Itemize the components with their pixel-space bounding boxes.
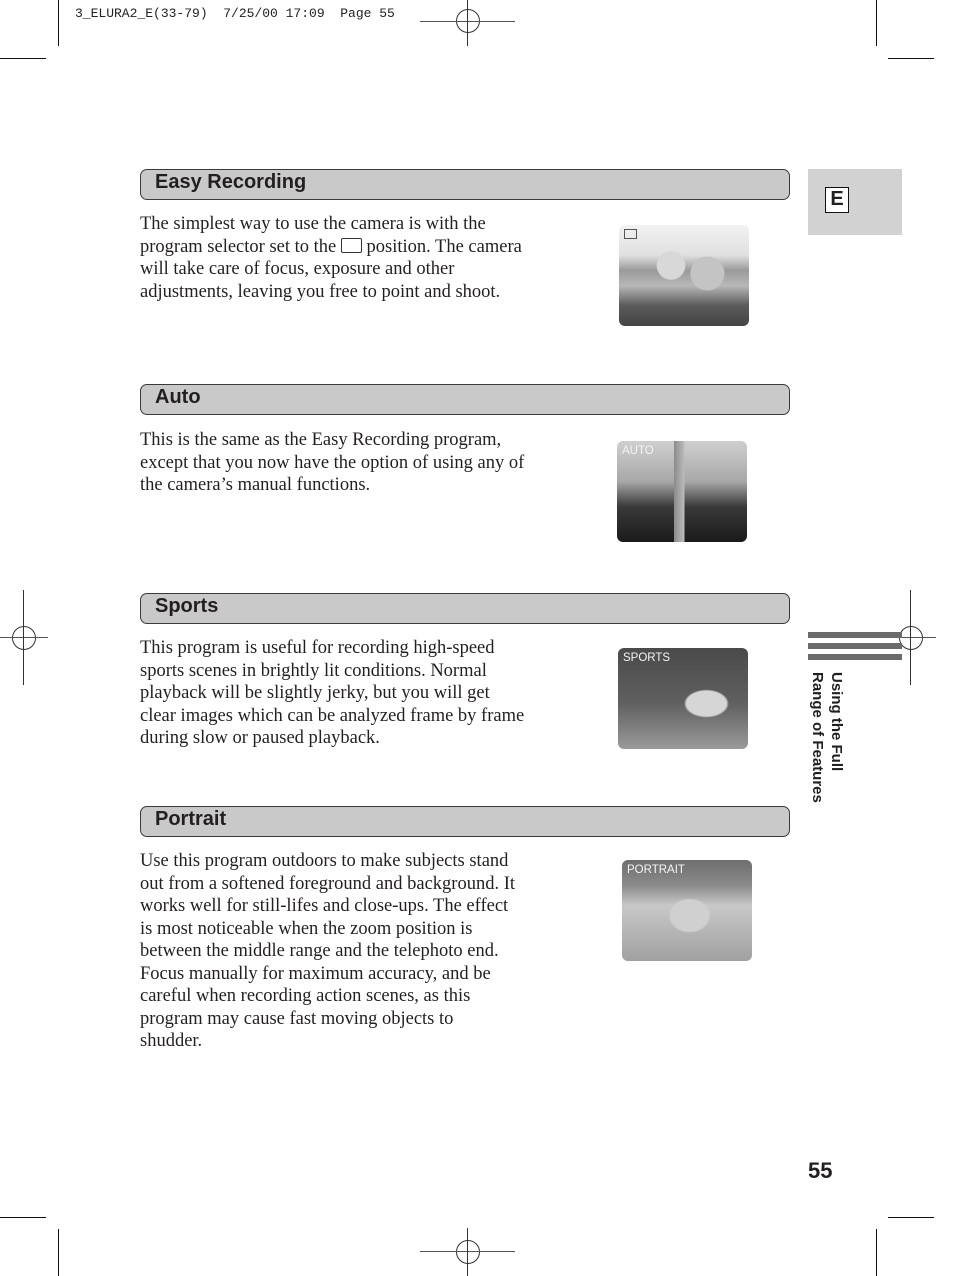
photo-easy-recording (619, 225, 749, 326)
language-letter: E (825, 187, 849, 213)
photo-sports: SPORTS (618, 648, 748, 749)
print-slug: 3_ELURA2_E(33-79) 7/25/00 17:09 Page 55 (75, 6, 395, 21)
section-body-auto: This is the same as the Easy Recording p… (140, 430, 525, 495)
section-body-sports: This program is useful for recording hig… (140, 638, 525, 748)
language-tab: E (808, 169, 902, 235)
section-header-sports: Sports (140, 593, 790, 624)
chapter-label-line2: Range of Features (809, 672, 826, 803)
section-title: Easy Recording (155, 171, 307, 193)
section-title: Sports (155, 595, 219, 617)
section-title: Auto (155, 386, 201, 408)
section-header-portrait: Portrait (140, 806, 790, 837)
chapter-stripe (808, 654, 902, 660)
registration-mark-bottom (420, 1228, 515, 1276)
crop-mark (58, 1229, 59, 1276)
crop-mark (0, 1217, 46, 1218)
section-header-auto: Auto (140, 384, 790, 415)
photo-auto: AUTO (617, 441, 747, 542)
registration-mark-left (0, 590, 48, 685)
section-header-easy-recording: Easy Recording (140, 169, 790, 200)
photo-portrait: PORTRAIT (622, 860, 752, 961)
easy-recording-mode-icon (340, 237, 362, 253)
registration-mark-top (420, 0, 515, 50)
photo-mode-label: SPORTS (623, 652, 671, 664)
easy-recording-mode-icon (624, 229, 637, 239)
crop-mark (58, 0, 59, 46)
photo-mode-label: AUTO (622, 445, 654, 457)
crop-mark (876, 0, 877, 46)
chapter-side-label: Using the Full Range of Features (808, 672, 846, 803)
page-number: 55 (808, 1158, 833, 1183)
section-body-portrait: Use this program outdoors to make subjec… (140, 851, 516, 1051)
crop-mark (876, 1229, 877, 1276)
photo-mode-label: PORTRAIT (627, 864, 685, 876)
section-body-easy-recording: The simplest way to use the camera is wi… (140, 214, 522, 302)
crop-mark (888, 58, 934, 59)
chapter-label-line1: Using the Full (828, 672, 845, 772)
chapter-stripe (808, 643, 902, 649)
chapter-stripe (808, 632, 902, 638)
section-title: Portrait (155, 808, 227, 830)
crop-mark (888, 1217, 934, 1218)
crop-mark (0, 58, 46, 59)
